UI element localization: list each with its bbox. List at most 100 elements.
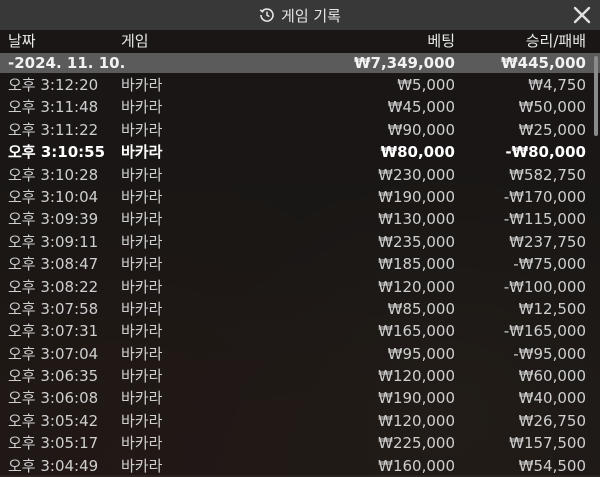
row-winloss: ₩582,750 (509, 165, 586, 184)
row-game: 바카라 (121, 76, 163, 94)
row-bet: ₩85,000 (387, 299, 455, 318)
row-game: 바카라 (121, 143, 163, 162)
row-bet: ₩160,000 (378, 456, 455, 475)
row-winloss: ₩12,500 (518, 299, 586, 318)
row-bet: ₩190,000 (378, 389, 455, 408)
row-game: 바카라 (121, 434, 163, 453)
close-icon[interactable] (572, 5, 592, 25)
history-row[interactable]: 오후 3:12:20 바카라 ₩5,000 ₩4,750 (0, 74, 600, 96)
row-winloss: ₩237,750 (509, 232, 586, 251)
row-bet: ₩225,000 (378, 434, 455, 453)
column-header-bet[interactable]: 베팅 (427, 30, 455, 51)
row-time: 오후 3:10:55 (8, 143, 106, 162)
history-row[interactable]: 오후 3:05:17 바카라 ₩225,000 ₩157,500 (0, 432, 600, 454)
row-time: 오후 3:11:22 (8, 120, 99, 139)
row-bet: ₩235,000 (378, 232, 455, 251)
row-bet: ₩190,000 (378, 187, 455, 206)
title-bar: 게임 기록 (0, 0, 600, 30)
row-winloss: -₩95,000 (513, 344, 586, 363)
history-row[interactable]: 오후 3:06:08 바카라 ₩190,000 ₩40,000 (0, 387, 600, 409)
summary-winloss-total: ₩445,000 (501, 54, 586, 72)
row-bet: ₩5,000 (397, 76, 455, 94)
row-time: 오후 3:10:28 (8, 165, 99, 184)
history-row[interactable]: 오후 3:07:58 바카라 ₩85,000 ₩12,500 (0, 298, 600, 320)
row-winloss: ₩50,000 (518, 98, 586, 117)
row-time: 오후 3:08:22 (8, 277, 99, 296)
row-time: 오후 3:12:20 (8, 76, 99, 94)
history-row[interactable]: 오후 3:09:39 바카라 ₩130,000 -₩115,000 (0, 208, 600, 230)
row-game: 바카라 (121, 120, 163, 139)
history-row[interactable]: 오후 3:06:35 바카라 ₩120,000 ₩60,000 (0, 365, 600, 387)
history-row-selected[interactable]: 오후 3:10:55 바카라 ₩80,000 -₩80,000 (0, 141, 600, 163)
row-time: 오후 3:09:39 (8, 210, 99, 229)
row-winloss: ₩4,750 (528, 76, 586, 94)
history-row[interactable]: 오후 3:08:47 바카라 ₩185,000 -₩75,000 (0, 253, 600, 275)
column-header-date[interactable]: 날짜 (8, 30, 36, 51)
window-title: 게임 기록 (281, 6, 341, 25)
row-game: 바카라 (121, 277, 163, 296)
row-bet: ₩230,000 (378, 165, 455, 184)
row-time: 오후 3:07:04 (8, 344, 99, 363)
row-winloss: ₩157,500 (509, 434, 586, 453)
row-bet: ₩165,000 (378, 322, 455, 341)
row-winloss: -₩170,000 (503, 187, 586, 206)
row-game: 바카라 (121, 367, 163, 386)
row-bet: ₩120,000 (378, 411, 455, 430)
row-winloss: ₩25,000 (518, 120, 586, 139)
row-bet: ₩120,000 (378, 277, 455, 296)
row-bet: ₩120,000 (378, 367, 455, 386)
row-bet: ₩130,000 (378, 210, 455, 229)
history-row[interactable]: 오후 3:09:11 바카라 ₩235,000 ₩237,750 (0, 231, 600, 253)
row-time: 오후 3:06:35 (8, 367, 99, 386)
row-bet: ₩95,000 (387, 344, 455, 363)
row-time: 오후 3:05:42 (8, 411, 99, 430)
row-time: 오후 3:09:11 (8, 232, 99, 251)
row-winloss: ₩40,000 (518, 389, 586, 408)
row-bet: ₩80,000 (380, 143, 455, 162)
history-row[interactable]: 오후 3:04:49 바카라 ₩160,000 ₩54,500 (0, 455, 600, 477)
row-time: 오후 3:11:48 (8, 98, 99, 117)
row-winloss: -₩80,000 (505, 143, 586, 162)
column-header-game[interactable]: 게임 (121, 30, 149, 51)
row-game: 바카라 (121, 344, 163, 363)
row-game: 바카라 (121, 299, 163, 318)
history-icon (259, 7, 275, 23)
history-list: 오후 3:12:20 바카라 ₩5,000 ₩4,750 오후 3:11:48 … (0, 74, 600, 477)
summary-date: -2024. 11. 10. (8, 54, 126, 72)
history-row[interactable]: 오후 3:08:22 바카라 ₩120,000 -₩100,000 (0, 276, 600, 298)
history-row[interactable]: 오후 3:10:04 바카라 ₩190,000 -₩170,000 (0, 186, 600, 208)
row-bet: ₩185,000 (378, 255, 455, 274)
history-row[interactable]: 오후 3:07:04 바카라 ₩95,000 -₩95,000 (0, 343, 600, 365)
row-game: 바카라 (121, 411, 163, 430)
row-time: 오후 3:06:08 (8, 389, 99, 408)
row-winloss: -₩100,000 (503, 277, 586, 296)
row-game: 바카라 (121, 232, 163, 251)
row-game: 바카라 (121, 255, 163, 274)
row-game: 바카라 (121, 389, 163, 408)
date-summary-row[interactable]: -2024. 11. 10. ₩7,349,000 ₩445,000 (0, 53, 600, 73)
row-bet: ₩90,000 (387, 120, 455, 139)
history-row[interactable]: 오후 3:10:28 바카라 ₩230,000 ₩582,750 (0, 164, 600, 186)
row-winloss: ₩26,750 (518, 411, 586, 430)
game-history-panel: 게임 기록 날짜 게임 베팅 승리/패배 -2024. 11. 10. ₩7,3… (0, 0, 600, 475)
summary-bet-total: ₩7,349,000 (353, 54, 455, 72)
row-winloss: -₩75,000 (513, 255, 586, 274)
row-time: 오후 3:10:04 (8, 187, 99, 206)
history-row[interactable]: 오후 3:07:31 바카라 ₩165,000 -₩165,000 (0, 320, 600, 342)
row-winloss: -₩165,000 (503, 322, 586, 341)
scrollbar[interactable] (594, 56, 598, 136)
row-game: 바카라 (121, 187, 163, 206)
row-game: 바카라 (121, 165, 163, 184)
row-winloss: ₩54,500 (518, 456, 586, 475)
row-time: 오후 3:05:17 (8, 434, 99, 453)
row-time: 오후 3:04:49 (8, 456, 99, 475)
row-game: 바카라 (121, 210, 163, 229)
history-row[interactable]: 오후 3:05:42 바카라 ₩120,000 ₩26,750 (0, 410, 600, 432)
row-game: 바카라 (121, 98, 163, 117)
history-row[interactable]: 오후 3:11:22 바카라 ₩90,000 ₩25,000 (0, 119, 600, 141)
column-header-winloss[interactable]: 승리/패배 (526, 30, 586, 51)
row-winloss: ₩60,000 (518, 367, 586, 386)
row-bet: ₩45,000 (387, 98, 455, 117)
row-game: 바카라 (121, 456, 163, 475)
history-row[interactable]: 오후 3:11:48 바카라 ₩45,000 ₩50,000 (0, 96, 600, 118)
